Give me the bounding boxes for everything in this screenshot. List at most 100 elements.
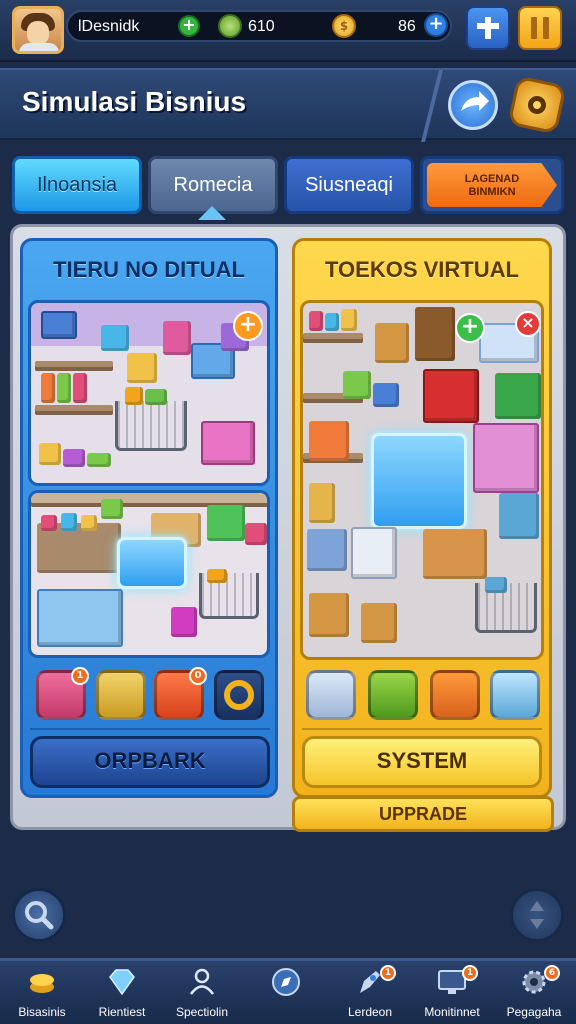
product (57, 373, 71, 403)
ledger-icon[interactable]: 1 (36, 667, 89, 720)
green-crate (495, 373, 541, 419)
box (171, 607, 197, 637)
sort-button[interactable] (510, 888, 564, 942)
box (87, 453, 111, 467)
nav-pegagaha[interactable]: 6 Pegagaha (494, 965, 574, 1024)
right-icon-row (306, 670, 542, 726)
product (373, 383, 399, 407)
add-item-plus-icon[interactable]: + (455, 313, 485, 343)
cabinet (415, 307, 455, 361)
delivery-van (307, 529, 347, 571)
search-icon (25, 901, 54, 930)
share-button[interactable] (448, 80, 498, 130)
search-button[interactable] (12, 888, 66, 942)
player-name: lDesnidk (78, 18, 140, 35)
avatar-face (27, 21, 49, 45)
player-avatar[interactable] (12, 6, 64, 54)
compass-icon (272, 968, 300, 996)
tab-ilnoansia[interactable]: Ilnoansia (12, 156, 142, 214)
category-tabs: Ilnoansia Romecia Siusneaqi LAGENAD BINM… (12, 156, 564, 214)
left-icon-row: 1 0 (36, 667, 266, 726)
nav-monitinnet[interactable]: 1 Monitinnet (412, 965, 492, 1024)
nav-rientiest[interactable]: Rientiest (82, 965, 162, 1024)
notification-badge: 1 (380, 965, 396, 981)
system-button[interactable]: SYSTEM (302, 736, 542, 788)
shelf (35, 405, 113, 415)
people-icon (189, 968, 215, 995)
diamond-icon[interactable] (96, 670, 146, 720)
nav-label: Spectiolin (175, 1005, 229, 1019)
share-arrow-icon (461, 91, 489, 111)
add-gold-plus-icon[interactable]: + (424, 13, 448, 37)
menu-icon (531, 17, 549, 39)
notification-badge: 1 (462, 965, 478, 981)
flower-icon[interactable]: 0 (154, 667, 207, 720)
gem-coin-icon (218, 14, 242, 38)
notification-badge: 0 (189, 667, 207, 685)
bottom-navigation: Bisasinis Rientiest Spectiolin 1 Lerdeon… (0, 958, 576, 1024)
remove-item-icon[interactable]: × (515, 311, 541, 337)
active-tab-caret (198, 206, 226, 220)
add-item-plus-icon[interactable]: + (233, 311, 263, 341)
nav-bisasinis[interactable]: Bisasinis (2, 965, 82, 1024)
top-bar: lDesnidk + 610 $ 86 + (0, 0, 576, 62)
product (341, 309, 357, 331)
nav-spectiolin[interactable]: Spectiolin (162, 965, 242, 1024)
nav-lerdeon[interactable]: 1 Lerdeon (330, 965, 410, 1024)
box (127, 353, 157, 383)
avatar-shirt (19, 43, 59, 51)
product (81, 515, 97, 531)
nav-label: Bisasinis (18, 1005, 66, 1019)
settings-gear-icon (528, 96, 546, 114)
glowing-hologram-crate (371, 433, 467, 529)
tab-label-line1: LAGENAD (464, 173, 520, 185)
database-icon[interactable] (490, 670, 540, 720)
red-crate (423, 369, 479, 423)
upgrade-button[interactable]: UPPRADE (292, 796, 554, 832)
orpbark-button[interactable]: ORPBARK (30, 736, 270, 788)
ring-glyph (224, 680, 254, 710)
nav-compass[interactable] (246, 965, 326, 1024)
store-scene-bottom[interactable] (28, 490, 270, 658)
settings-button[interactable] (507, 75, 567, 135)
resource-bar: lDesnidk + 610 $ 86 + (66, 10, 452, 42)
product (101, 499, 123, 519)
add-friend-button[interactable] (466, 6, 510, 50)
cart-goods (207, 569, 227, 583)
shelf (35, 361, 113, 371)
plant-box (309, 593, 349, 637)
box (163, 321, 191, 355)
pink-truck (473, 423, 539, 493)
product (41, 373, 55, 403)
diamond-icon (109, 969, 135, 996)
menu-button[interactable] (518, 6, 562, 50)
glowing-crate (117, 537, 187, 589)
tab-arrow-banner: LAGENAD BINMIKN (427, 163, 557, 207)
product (343, 371, 371, 399)
title-divider (421, 70, 443, 142)
product (325, 313, 339, 331)
box-icon[interactable] (430, 670, 480, 720)
box (101, 325, 129, 351)
product (309, 311, 323, 331)
cart-goods (125, 387, 143, 405)
cart-goods (485, 577, 507, 593)
nav-label: Pegagaha (506, 1005, 562, 1019)
ring-icon[interactable] (214, 670, 264, 720)
card-icon[interactable] (368, 670, 418, 720)
virtual-store-scene[interactable]: + × (300, 300, 544, 660)
add-energy-plus-icon[interactable]: + (178, 15, 200, 37)
store-scene-top[interactable]: + (28, 300, 270, 486)
monitor-screen (351, 527, 397, 579)
tab-lagenad-binmikn[interactable]: LAGENAD BINMIKN (420, 156, 564, 214)
document-icon[interactable] (306, 670, 356, 720)
shopping-cart-icon (115, 401, 187, 451)
small-car (499, 493, 539, 539)
notification-badge: 6 (544, 965, 560, 981)
cardboard-box (375, 323, 409, 363)
tab-label-line2: BINMIKN (468, 186, 516, 198)
title-bar: Simulasi Bisnius (0, 68, 576, 142)
gold-coin-icon: $ (332, 14, 356, 38)
coin-stack (309, 483, 335, 523)
tab-siusneaqi[interactable]: Siusneaqi (284, 156, 414, 214)
